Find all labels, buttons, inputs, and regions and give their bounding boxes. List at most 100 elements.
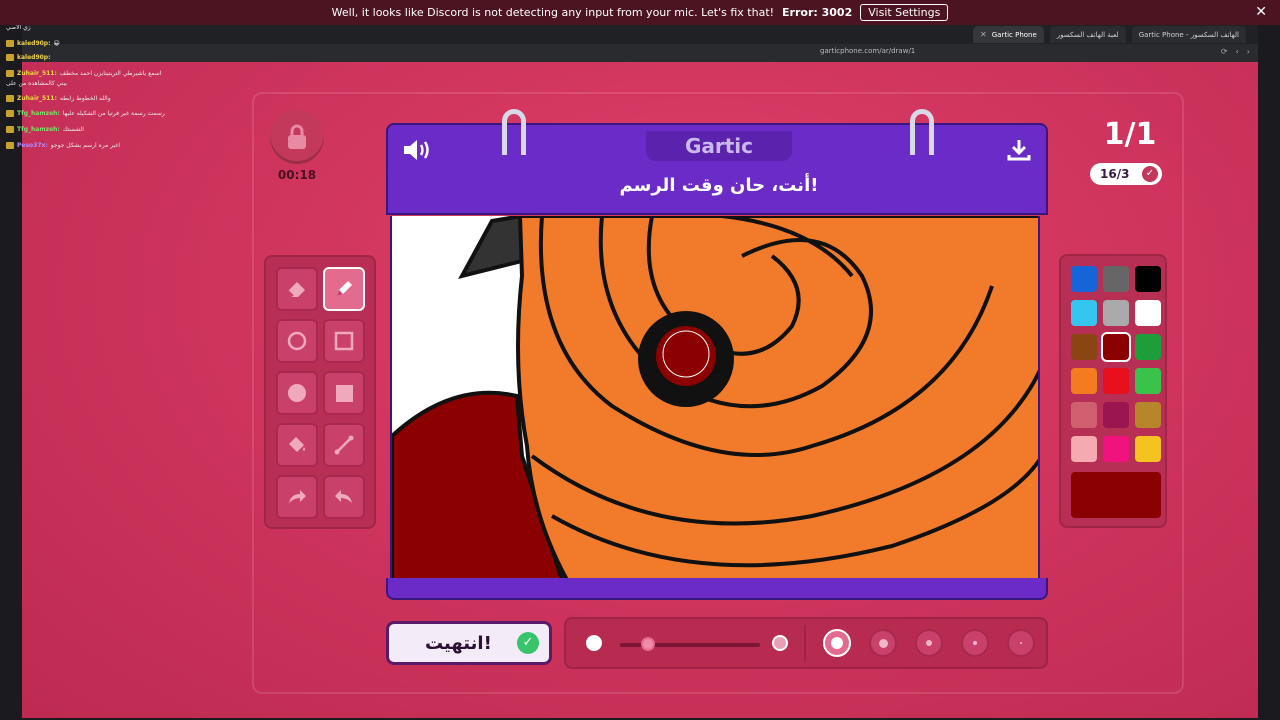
round-counter: 1/1 <box>1103 117 1157 152</box>
back-icon[interactable]: ‹ <box>1236 47 1239 56</box>
download-icon <box>1007 140 1031 161</box>
brush-size-button[interactable] <box>961 629 989 657</box>
chat-username[interactable]: Tfg_hamzeh: <box>17 110 60 117</box>
badge-icon <box>6 142 14 149</box>
circle-fill-tool[interactable] <box>276 371 318 415</box>
bucket-tool[interactable] <box>276 423 318 467</box>
color-swatch[interactable] <box>1103 402 1129 428</box>
rectangle-outline-tool[interactable] <box>323 319 365 363</box>
visit-settings-button[interactable]: Visit Settings <box>860 4 949 21</box>
board-header: Gartic أنت، حان وقت الرسم! <box>386 123 1048 215</box>
sound-button[interactable] <box>402 137 432 167</box>
color-swatch[interactable] <box>1135 334 1161 360</box>
brush-size-dot <box>831 637 843 649</box>
chat-text: رسمت رسمة غير فرتيا من الشكيله عليها <box>62 110 165 117</box>
brush-sizes <box>814 619 1044 667</box>
badge-icon <box>6 110 14 117</box>
color-swatch[interactable] <box>1135 368 1161 394</box>
color-swatch[interactable] <box>1135 436 1161 462</box>
browser-tab[interactable]: ✕ Gartic Phone <box>973 26 1044 43</box>
check-icon: ✓ <box>1142 166 1158 182</box>
close-icon[interactable]: ✕ <box>1255 4 1267 20</box>
square-fill-icon <box>336 385 353 402</box>
color-swatch[interactable] <box>1071 300 1097 326</box>
browser-tab[interactable]: لعبة الهاتف السكسور <box>1049 26 1126 43</box>
color-swatch[interactable] <box>1103 436 1129 462</box>
chat-message: Tfg_hamzeh: رسمت رسمة غير فرتيا من الشكيل… <box>6 110 165 117</box>
chat-text: اسمع ياشيرطي التريتيتايزن احمد مخطف <box>59 70 162 77</box>
reload-icon[interactable]: ⟳ <box>1221 47 1228 56</box>
color-swatch[interactable] <box>1071 402 1097 428</box>
drawing-canvas[interactable] <box>390 216 1040 580</box>
color-swatch[interactable] <box>1071 368 1097 394</box>
rectangle-fill-tool[interactable] <box>323 371 365 415</box>
browser-tab[interactable]: Gartic Phone - الهاتف السكسور <box>1131 26 1246 43</box>
opacity-slider-handle[interactable] <box>641 637 655 651</box>
chat-message: Zuhair_511: اسمع ياشيرطي التريتيتايزن احم… <box>6 70 161 77</box>
paint-bucket-icon <box>289 437 305 452</box>
color-swatch[interactable] <box>1135 402 1161 428</box>
brush-size-button[interactable] <box>915 629 943 657</box>
badge-icon <box>6 54 14 61</box>
board-footer <box>386 578 1048 600</box>
badge-icon <box>6 126 14 133</box>
color-palette <box>1059 254 1167 528</box>
speaker-icon <box>404 140 429 160</box>
lock-button[interactable] <box>270 110 324 164</box>
timer: 00:18 <box>277 168 317 182</box>
color-swatch[interactable] <box>1103 266 1129 292</box>
done-button[interactable]: انتهيت! ✓ <box>386 621 552 665</box>
chat-message: يبني كالمشاهده من على <box>6 80 67 87</box>
chat-text: الشستك <box>62 126 84 133</box>
circle-outline-icon <box>287 331 307 351</box>
color-swatch[interactable] <box>1101 332 1131 362</box>
chat-username[interactable]: Peso37x: <box>17 142 48 149</box>
undo-tool[interactable] <box>276 475 318 519</box>
close-icon[interactable]: ✕ <box>980 30 987 39</box>
pencil-icon <box>337 281 352 296</box>
brush-size-dot <box>878 638 888 648</box>
brush-size-button[interactable] <box>1007 629 1035 657</box>
color-swatch[interactable] <box>1135 266 1161 292</box>
color-swatch[interactable] <box>1071 266 1097 292</box>
badge-icon <box>6 70 14 77</box>
eraser-tool[interactable] <box>276 267 318 311</box>
color-swatch[interactable] <box>1103 368 1129 394</box>
discord-mic-banner: Well, it looks like Discord is not detec… <box>0 0 1280 25</box>
chat-message: kaled90p: 😀 <box>6 40 60 47</box>
redo-tool[interactable] <box>323 475 365 519</box>
opacity-max-icon <box>772 635 788 651</box>
url-text[interactable]: garticphone.com/ar/draw/1 <box>820 47 915 55</box>
badge-icon <box>6 40 14 47</box>
chat-username[interactable]: Zuhair_511: <box>17 70 57 77</box>
chat-message: kaled90p: <box>6 54 54 61</box>
circle-outline-tool[interactable] <box>276 319 318 363</box>
download-button[interactable] <box>1006 137 1032 167</box>
eraser-icon <box>287 282 305 297</box>
forward-icon[interactable]: › <box>1247 47 1250 56</box>
undo-icon <box>289 490 306 503</box>
chat-username[interactable]: kaled90p: <box>17 54 51 61</box>
color-swatch[interactable] <box>1135 300 1161 326</box>
chat-username[interactable]: Tfg_hamzeh: <box>17 126 60 133</box>
chat-text: زي الاصي <box>6 24 31 31</box>
banner-message: Well, it looks like Discord is not detec… <box>331 6 775 19</box>
pencil-tool[interactable] <box>323 267 365 311</box>
banner-error: Error: 3002 <box>782 6 853 19</box>
check-icon: ✓ <box>517 632 539 654</box>
color-swatch[interactable] <box>1071 436 1097 462</box>
drawing-board: Gartic أنت، حان وقت الرسم! <box>386 109 1048 601</box>
binder-ring-left <box>502 109 526 155</box>
square-outline-icon <box>334 331 354 351</box>
draw-prompt: أنت، حان وقت الرسم! <box>619 175 819 196</box>
binder-ring-right <box>910 109 934 155</box>
brush-size-button[interactable] <box>823 629 851 657</box>
opacity-min-icon <box>586 635 602 651</box>
brush-size-dot <box>1020 642 1022 644</box>
brush-size-button[interactable] <box>869 629 897 657</box>
color-swatch[interactable] <box>1071 334 1097 360</box>
color-swatch[interactable] <box>1103 300 1129 326</box>
chat-username[interactable]: Zuhair_511: <box>17 95 57 102</box>
chat-username[interactable]: kaled90p: <box>17 40 51 47</box>
line-tool[interactable] <box>323 423 365 467</box>
